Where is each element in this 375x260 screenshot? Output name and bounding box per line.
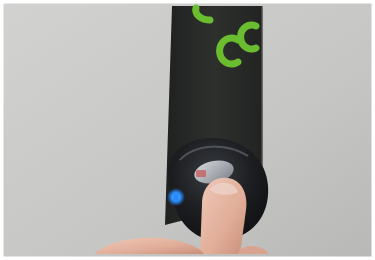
photo-scene: CC [0, 0, 375, 260]
button-slot [196, 170, 206, 177]
led-indicator [173, 192, 179, 202]
